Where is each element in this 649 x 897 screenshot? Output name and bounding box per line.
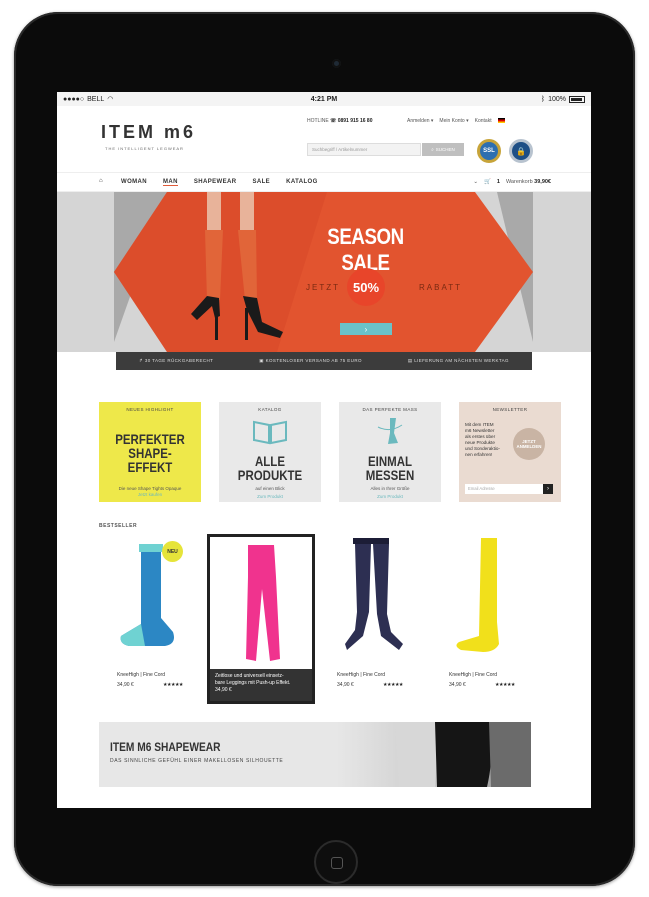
link-contact[interactable]: Kontakt (475, 118, 492, 124)
ssl-badge: SSL (477, 139, 501, 163)
shapewear-subtitle: DAS SINNLICHE GEFÜHL EINER MAKELLOSEN SI… (110, 758, 284, 764)
logo-tagline: THE INTELLIGENT LEGWEAR (105, 146, 184, 151)
cart-icon[interactable]: 🛒 (484, 179, 491, 185)
nav-man[interactable]: MAN (163, 179, 178, 186)
product-name: KneeHigh | Fine Cord (449, 672, 497, 678)
search-input[interactable]: Suchbegriff / Artikelnummer (307, 143, 421, 156)
product-rating: ★★★★★ (163, 682, 183, 688)
trust-badge: 🔒 (509, 139, 533, 163)
product-card-highlighted[interactable]: Zeitlose und universell einsetz- bare Le… (207, 534, 315, 704)
newsletter-submit-button[interactable]: › (543, 484, 553, 494)
shapewear-image (395, 722, 531, 787)
shapewear-banner[interactable]: ITEM M6 SHAPEWEAR DAS SINNLICHE GEFÜHL E… (99, 722, 531, 787)
site-header: ITEM m6 THE INTELLIGENT LEGWEAR HOTLINE … (57, 106, 591, 172)
new-badge: NEU (162, 541, 183, 562)
hero-jetzt: JETZT (306, 283, 340, 292)
chevron-down-icon[interactable]: ⌄ (473, 179, 478, 185)
product-name: KneeHigh | Fine Cord (337, 672, 385, 678)
hero-rabatt: RABATT (419, 283, 462, 292)
hero-discount-badge: 50% (347, 268, 385, 306)
search-button[interactable]: ⌕ SUCHEN (422, 143, 464, 156)
phone-icon: ☏ (330, 118, 337, 124)
status-bar: ●●●●○ BELL ◠ 4:21 PM ᛒ 100% (57, 92, 591, 106)
product-image (345, 538, 403, 650)
newsletter-signup-badge[interactable]: JETZT ANMELDEN (513, 428, 545, 460)
screen: ●●●●○ BELL ◠ 4:21 PM ᛒ 100% ITEM m6 THE INT… (57, 92, 591, 808)
logo[interactable]: ITEM m6 (101, 122, 196, 143)
usp-return: ↱ 30 TAGE RÜCKGABERECHT (138, 358, 214, 363)
usp-delivery: ▤ LIEFERUNG AM NÄCHSTEN WERKTAG (407, 358, 509, 363)
tile-measure[interactable]: DAS PERFEKTE MASS EINMAL MESSEN Alles in… (339, 402, 441, 502)
tile-shape-effect[interactable]: NEUES HIGHLIGHT PERFEKTER SHAPE-EFFEKT D… (99, 402, 201, 502)
nav-katalog[interactable]: KATALOG (286, 179, 318, 186)
nav-sale[interactable]: SALE (252, 179, 270, 186)
bluetooth-icon: ᛒ (540, 95, 546, 103)
cart-count: 1 (496, 179, 500, 185)
search-icon: ⌕ (431, 147, 434, 152)
product-price: 34,90 € (117, 682, 134, 688)
top-links: Anmelden ▾ Mein Konto ▾ Kontakt (407, 118, 505, 124)
product-list: NEU KneeHigh | Fine Cord 34,90 € ★★★★★ Z… (99, 532, 539, 704)
product-price: 34,90 € (337, 682, 354, 688)
wifi-icon: ◠ (107, 96, 114, 103)
tile-link[interactable]: Zum Produkt (219, 494, 321, 499)
clock: 4:21 PM (310, 95, 338, 103)
shapewear-title: ITEM M6 SHAPEWEAR (110, 740, 221, 754)
camera-icon (332, 59, 341, 68)
link-login[interactable]: Anmelden ▾ (407, 118, 433, 124)
product-price: 34,90 € (449, 682, 466, 688)
newsletter-text: Mit dem ITEM m6 Newsletter als erstes üb… (465, 422, 500, 457)
leg-measure-icon (377, 418, 403, 444)
product-image (456, 538, 499, 652)
usp-shipping: ▣ KOSTENLOSER VERSAND AB 75 EURO (259, 358, 362, 363)
home-icon[interactable]: ⌂ (99, 178, 103, 184)
tile-catalog[interactable]: KATALOG ALLE PRODUKTE auf einen Blick Zu… (219, 402, 321, 502)
product-rating: ★★★★★ (383, 682, 403, 688)
promo-tiles: NEUES HIGHLIGHT PERFEKTER SHAPE-EFFEKT D… (99, 402, 561, 502)
hero-banner[interactable]: SEASON SALE JETZT 50% RABATT › (57, 192, 591, 352)
newsletter-email-input[interactable]: Email Adresse (465, 484, 543, 494)
product-card[interactable]: KneeHigh | Fine Cord 34,90 € ★★★★★ (319, 532, 427, 702)
tile-newsletter: NEWSLETTER Mit dem ITEM m6 Newsletter al… (459, 402, 561, 502)
book-icon (253, 420, 287, 445)
battery-icon (569, 95, 585, 103)
section-title-bestseller: BESTSELLER (99, 523, 138, 529)
home-button[interactable] (314, 840, 358, 884)
carrier: BELL (87, 95, 105, 103)
nav-woman[interactable]: WOMAN (121, 179, 147, 186)
product-card[interactable]: KneeHigh | Fine Cord 34,90 € ★★★★★ (431, 532, 539, 702)
nav-shapewear[interactable]: SHAPEWEAR (194, 179, 237, 186)
battery-percent: 100% (548, 95, 566, 103)
signal-icon: ●●●●○ (63, 95, 85, 103)
tile-link[interactable]: Jetzt kaufen (99, 492, 201, 497)
product-image (246, 545, 280, 661)
product-name: KneeHigh | Fine Cord (117, 672, 165, 678)
main-nav: ⌂ WOMAN MAN SHAPEWEAR SALE KATALOG ⌄ 🛒 1… (57, 172, 591, 192)
tile-link[interactable]: Zum Produkt (339, 494, 441, 499)
link-account[interactable]: Mein Konto ▾ (439, 118, 468, 124)
usp-bar: ↱ 30 TAGE RÜCKGABERECHT ▣ KOSTENLOSER VE… (116, 352, 532, 370)
product-image (120, 544, 174, 646)
product-rating: ★★★★★ (495, 682, 515, 688)
flag-de-icon[interactable] (497, 118, 505, 123)
cart-label[interactable]: Warenkorb 39,90€ (506, 179, 551, 185)
hotline: HOTLINE ☏ 0891 915 16 80 (307, 118, 373, 124)
hero-arrow-button[interactable]: › (340, 323, 392, 335)
product-highlight-description: Zeitlose und universell einsetz- bare Le… (210, 669, 312, 701)
product-card[interactable]: NEU KneeHigh | Fine Cord 34,90 € ★★★★★ (99, 532, 207, 702)
